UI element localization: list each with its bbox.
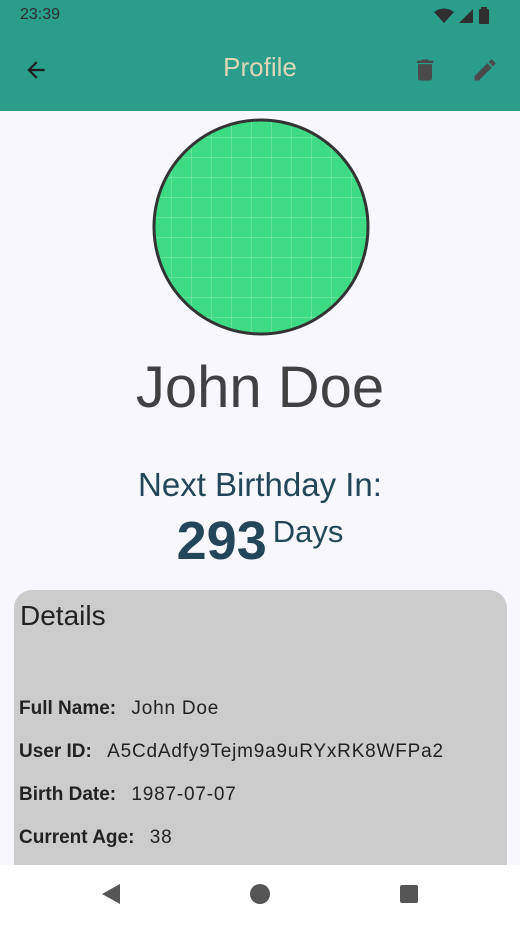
- page-title: Profile: [223, 52, 297, 82]
- system-nav-bar: [0, 865, 520, 925]
- delete-button[interactable]: [409, 56, 441, 88]
- wifi-icon: [434, 8, 454, 29]
- detail-label: Full Name:: [19, 698, 117, 719]
- birthday-days-number: 293: [176, 511, 267, 571]
- detail-label: User ID:: [19, 741, 92, 762]
- battery-icon: [478, 7, 490, 30]
- birthday-countdown: 293 Days: [0, 510, 520, 572]
- recents-square-icon: [398, 883, 420, 910]
- detail-row-full-name: Full Name: John Doe: [19, 698, 219, 720]
- detail-value: A5CdAdfy9Tejm9a9uRYxRK8WFPa2: [107, 741, 444, 762]
- delete-icon: [411, 56, 439, 89]
- home-circle-icon: [249, 883, 271, 910]
- app-bar: Profile: [0, 32, 520, 111]
- detail-label: Birth Date:: [19, 784, 117, 805]
- next-birthday-label: Next Birthday In:: [138, 466, 382, 503]
- detail-row-current-age: Current Age: 38: [19, 827, 172, 849]
- avatar: [151, 117, 371, 337]
- nav-back-button[interactable]: [98, 883, 124, 909]
- edit-icon: [471, 56, 499, 89]
- detail-label: Current Age:: [19, 827, 135, 848]
- details-title: Details: [20, 600, 106, 631]
- edit-button[interactable]: [469, 56, 501, 88]
- detail-row-birth-date: Birth Date: 1987-07-07: [19, 784, 237, 806]
- detail-value: 1987-07-07: [131, 784, 237, 805]
- nav-home-button[interactable]: [247, 883, 273, 909]
- status-bar: 23:39: [0, 0, 520, 32]
- details-card: Details Full Name: John Doe User ID: A5C…: [14, 590, 507, 890]
- profile-name: John Doe: [135, 355, 385, 420]
- detail-row-user-id: User ID: A5CdAdfy9Tejm9a9uRYxRK8WFPa2: [19, 741, 444, 763]
- status-time: 23:39: [20, 6, 61, 23]
- signal-icon: [458, 8, 474, 29]
- back-triangle-icon: [100, 883, 122, 910]
- detail-value: 38: [149, 827, 173, 848]
- detail-value: John Doe: [131, 698, 220, 719]
- birthday-days-unit: Days: [272, 514, 344, 549]
- nav-recents-button[interactable]: [396, 883, 422, 909]
- status-icons: [434, 7, 490, 30]
